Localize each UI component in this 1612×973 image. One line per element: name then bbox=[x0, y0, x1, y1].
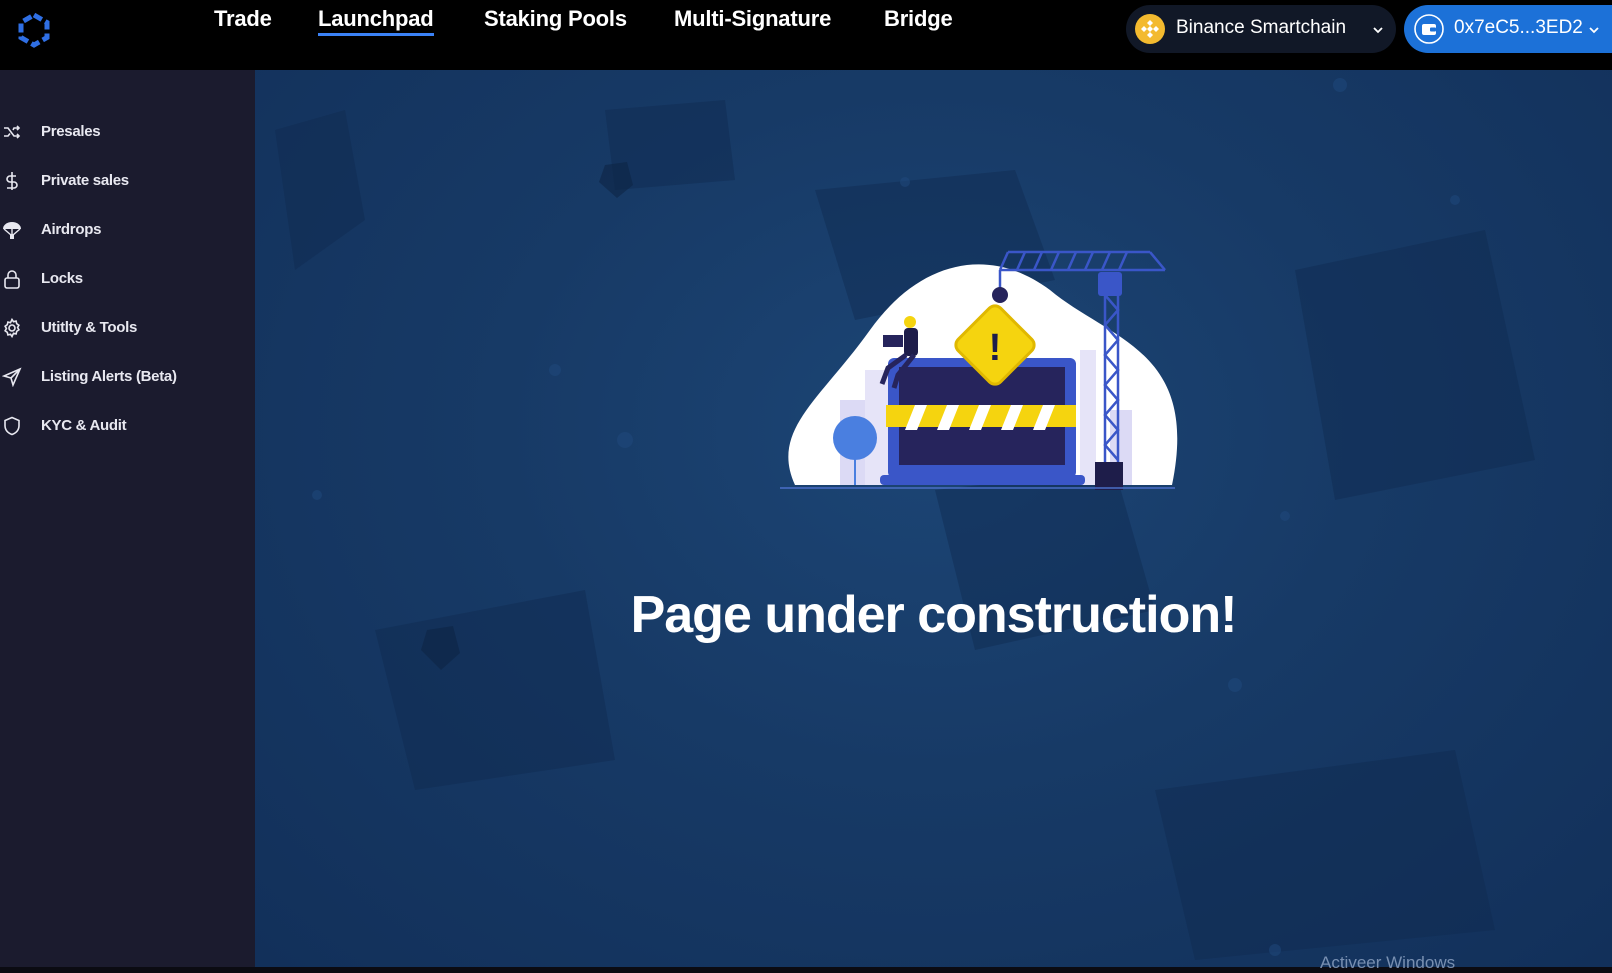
app-logo-icon[interactable] bbox=[16, 12, 52, 48]
background-decoration bbox=[275, 78, 1535, 960]
shield-icon bbox=[4, 416, 20, 436]
construction-illustration: ! bbox=[780, 250, 1178, 490]
shuffle-icon bbox=[4, 125, 21, 139]
wallet-button[interactable]: 0x7eC5...3ED2 bbox=[1404, 5, 1612, 53]
sidebar-item-airdrops[interactable]: Airdrops bbox=[0, 212, 255, 248]
sidebar-item-label: Airdrops bbox=[41, 221, 102, 238]
sidebar-item-label: Locks bbox=[41, 270, 83, 287]
chevron-down-icon bbox=[1589, 27, 1599, 34]
wallet-icon bbox=[1414, 14, 1444, 44]
sidebar-item-label: Presales bbox=[41, 123, 101, 140]
chain-selector-label: Binance Smartchain bbox=[1176, 17, 1347, 38]
lock-icon bbox=[4, 270, 20, 289]
nav-trade[interactable]: Trade bbox=[214, 6, 272, 32]
wallet-address: 0x7eC5...3ED2 bbox=[1454, 17, 1583, 38]
dollar-icon bbox=[6, 172, 18, 190]
sidebar-item-label: Private sales bbox=[41, 172, 129, 189]
sidebar-item-label: Listing Alerts (Beta) bbox=[41, 368, 177, 385]
sidebar-item-utility-tools[interactable]: Utitlty & Tools bbox=[0, 310, 255, 346]
sidebar-item-label: Utitlty & Tools bbox=[41, 319, 138, 336]
sidebar-item-presales[interactable]: Presales bbox=[0, 114, 255, 150]
chevron-down-icon bbox=[1373, 27, 1383, 34]
windows-activation-watermark: Activeer Windows bbox=[1320, 953, 1456, 972]
nav-staking-pools[interactable]: Staking Pools bbox=[484, 6, 627, 32]
sidebar-item-locks[interactable]: Locks bbox=[0, 261, 255, 297]
sidebar: Presales Private sales Airdrops Locks Ut… bbox=[0, 70, 255, 967]
bnb-coin-icon bbox=[1135, 14, 1165, 44]
svg-text:!: ! bbox=[989, 327, 1002, 369]
send-icon bbox=[2, 367, 22, 387]
nav-launchpad[interactable]: Launchpad bbox=[318, 6, 434, 36]
nav-bridge[interactable]: Bridge bbox=[884, 6, 953, 32]
nav-multi-signature[interactable]: Multi-Signature bbox=[674, 6, 831, 32]
page-under-construction-heading: Page under construction! bbox=[630, 586, 1238, 644]
sidebar-item-kyc-audit[interactable]: KYC & Audit bbox=[0, 408, 255, 444]
main-content: ! Page under construction! bbox=[255, 70, 1612, 967]
parachute-icon bbox=[3, 222, 21, 239]
chain-selector-button[interactable]: Binance Smartchain bbox=[1126, 5, 1396, 53]
sidebar-item-private-sales[interactable]: Private sales bbox=[0, 163, 255, 199]
gear-icon bbox=[4, 318, 20, 338]
sidebar-item-listing-alerts[interactable]: Listing Alerts (Beta) bbox=[0, 359, 255, 395]
sidebar-item-label: KYC & Audit bbox=[41, 417, 127, 434]
top-navigation-bar: Trade Launchpad Staking Pools Multi-Sign… bbox=[0, 0, 1612, 70]
